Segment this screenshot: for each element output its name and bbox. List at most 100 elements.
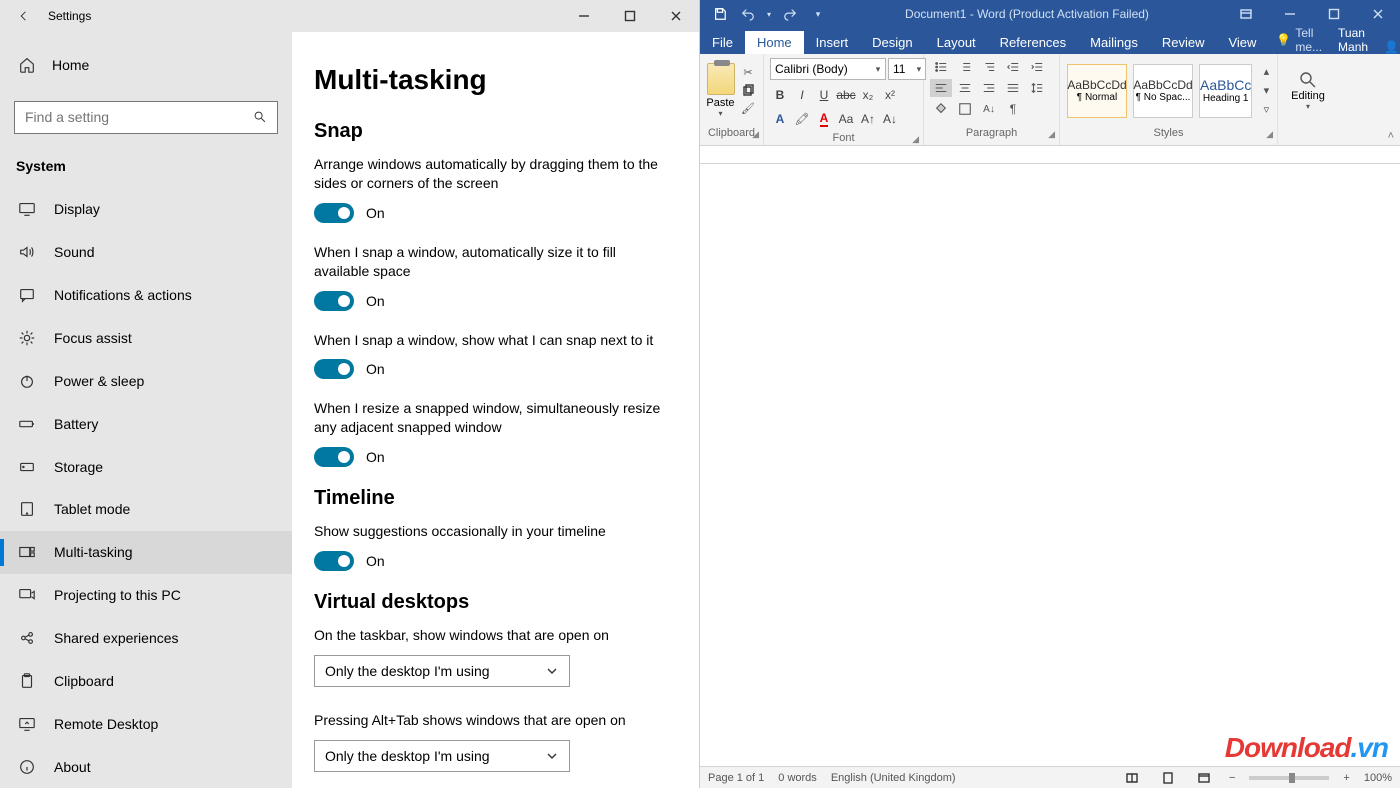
align-right-button[interactable] (978, 79, 1000, 97)
bold-button[interactable]: B (770, 86, 790, 104)
tell-me-box[interactable]: 💡Tell me... (1268, 26, 1330, 54)
word-close-button[interactable] (1356, 0, 1400, 28)
ruler[interactable] (700, 146, 1400, 164)
nav-focus-assist[interactable]: Focus assist (0, 317, 292, 360)
align-left-button[interactable] (930, 79, 952, 97)
font-size-selector[interactable]: 11▾ (888, 58, 926, 80)
nav-multi-tasking[interactable]: Multi-tasking (0, 531, 292, 574)
search-input[interactable] (25, 109, 253, 125)
print-layout-button[interactable] (1157, 770, 1179, 786)
superscript-button[interactable]: x² (880, 86, 900, 104)
back-button[interactable] (0, 0, 48, 32)
styles-expand[interactable]: ▿ (1257, 102, 1275, 118)
nav-sound[interactable]: Sound (0, 231, 292, 274)
zoom-level[interactable]: 100% (1364, 772, 1392, 784)
tab-home[interactable]: Home (745, 31, 804, 54)
show-marks-button[interactable]: ¶ (1002, 100, 1024, 118)
styles-scroll-up[interactable]: ▴ (1257, 64, 1275, 80)
qat-undo-button[interactable] (736, 2, 760, 26)
web-layout-button[interactable] (1193, 770, 1215, 786)
tab-design[interactable]: Design (860, 31, 924, 54)
decrease-indent-button[interactable] (1002, 58, 1024, 76)
virtual-dropdown-2[interactable]: Only the desktop I'm using (314, 740, 570, 772)
minimize-button[interactable] (561, 0, 607, 32)
word-maximize-button[interactable] (1312, 0, 1356, 28)
increase-indent-button[interactable] (1026, 58, 1048, 76)
cut-button[interactable]: ✂ (739, 65, 757, 81)
clipboard-launcher[interactable]: ◢ (752, 129, 759, 140)
tab-mailings[interactable]: Mailings (1078, 31, 1150, 54)
format-painter-button[interactable]: 🖌 (739, 101, 757, 117)
nav-notifications[interactable]: Notifications & actions (0, 274, 292, 317)
nav-remote-desktop[interactable]: Remote Desktop (0, 702, 292, 745)
numbering-button[interactable] (954, 58, 976, 76)
font-color-button[interactable]: A (814, 110, 834, 128)
align-center-button[interactable] (954, 79, 976, 97)
copy-button[interactable] (739, 83, 757, 99)
borders-button[interactable] (954, 100, 976, 118)
styles-scroll-down[interactable]: ▾ (1257, 83, 1275, 99)
tab-layout[interactable]: Layout (925, 31, 988, 54)
status-words[interactable]: 0 words (778, 772, 817, 784)
settings-content[interactable]: Multi-tasking Snap Arrange windows autom… (292, 32, 699, 788)
font-launcher[interactable]: ◢ (912, 134, 919, 145)
style-normal[interactable]: AaBbCcDd¶ Normal (1067, 64, 1127, 118)
sort-button[interactable]: A↓ (978, 100, 1000, 118)
tab-review[interactable]: Review (1150, 31, 1217, 54)
nav-display[interactable]: Display (0, 188, 292, 231)
text-effects-button[interactable]: A (770, 110, 790, 128)
zoom-in-button[interactable]: + (1343, 772, 1349, 784)
subscript-button[interactable]: x₂ (858, 86, 878, 104)
home-button[interactable]: Home (0, 44, 292, 87)
multilevel-button[interactable] (978, 58, 1000, 76)
snap-opt4-toggle[interactable] (314, 447, 354, 467)
document-area[interactable] (700, 164, 1400, 766)
nav-power-sleep[interactable]: Power & sleep (0, 359, 292, 402)
italic-button[interactable]: I (792, 86, 812, 104)
highlight-button[interactable]: 🖍 (792, 110, 812, 128)
status-page[interactable]: Page 1 of 1 (708, 772, 764, 784)
bullets-button[interactable] (930, 58, 952, 76)
shrink-font-button[interactable]: A↓ (880, 110, 900, 128)
snap-opt1-toggle[interactable] (314, 203, 354, 223)
strikethrough-button[interactable]: abc (836, 86, 856, 104)
nav-projecting[interactable]: Projecting to this PC (0, 574, 292, 617)
styles-launcher[interactable]: ◢ (1266, 129, 1273, 140)
word-minimize-button[interactable] (1268, 0, 1312, 28)
ribbon-display-options[interactable] (1224, 0, 1268, 28)
justify-button[interactable] (1002, 79, 1024, 97)
shading-button[interactable] (930, 100, 952, 118)
share-button[interactable]: 👤Share (1376, 40, 1400, 54)
user-name[interactable]: Tuan Manh (1330, 26, 1376, 54)
timeline-opt1-toggle[interactable] (314, 551, 354, 571)
paragraph-launcher[interactable]: ◢ (1048, 129, 1055, 140)
change-case-button[interactable]: Aa (836, 110, 856, 128)
nav-about[interactable]: About (0, 745, 292, 788)
nav-storage[interactable]: Storage (0, 445, 292, 488)
maximize-button[interactable] (607, 0, 653, 32)
nav-battery[interactable]: Battery (0, 402, 292, 445)
zoom-out-button[interactable]: − (1229, 772, 1235, 784)
search-box[interactable] (14, 101, 278, 134)
qat-customize[interactable]: ▾ (806, 2, 830, 26)
collapse-ribbon-button[interactable]: ˄ (1388, 130, 1394, 142)
nav-tablet-mode[interactable]: Tablet mode (0, 488, 292, 531)
line-spacing-button[interactable] (1026, 79, 1048, 97)
snap-opt3-toggle[interactable] (314, 359, 354, 379)
font-name-selector[interactable]: Calibri (Body)▾ (770, 58, 886, 80)
status-language[interactable]: English (United Kingdom) (831, 772, 956, 784)
style-heading-1[interactable]: AaBbCcHeading 1 (1199, 64, 1252, 118)
nav-shared-experiences[interactable]: Shared experiences (0, 617, 292, 660)
qat-redo-button[interactable] (778, 2, 802, 26)
read-mode-button[interactable] (1121, 770, 1143, 786)
snap-opt2-toggle[interactable] (314, 291, 354, 311)
close-button[interactable] (653, 0, 699, 32)
zoom-slider[interactable] (1249, 776, 1329, 780)
tab-file[interactable]: File (700, 31, 745, 54)
virtual-dropdown-1[interactable]: Only the desktop I'm using (314, 655, 570, 687)
editing-button[interactable]: Editing ▾ (1284, 70, 1332, 111)
tab-references[interactable]: References (988, 31, 1078, 54)
qat-undo-more[interactable]: ▾ (764, 2, 774, 26)
paste-button[interactable]: Paste ▾ (706, 63, 735, 118)
underline-button[interactable]: U (814, 86, 834, 104)
